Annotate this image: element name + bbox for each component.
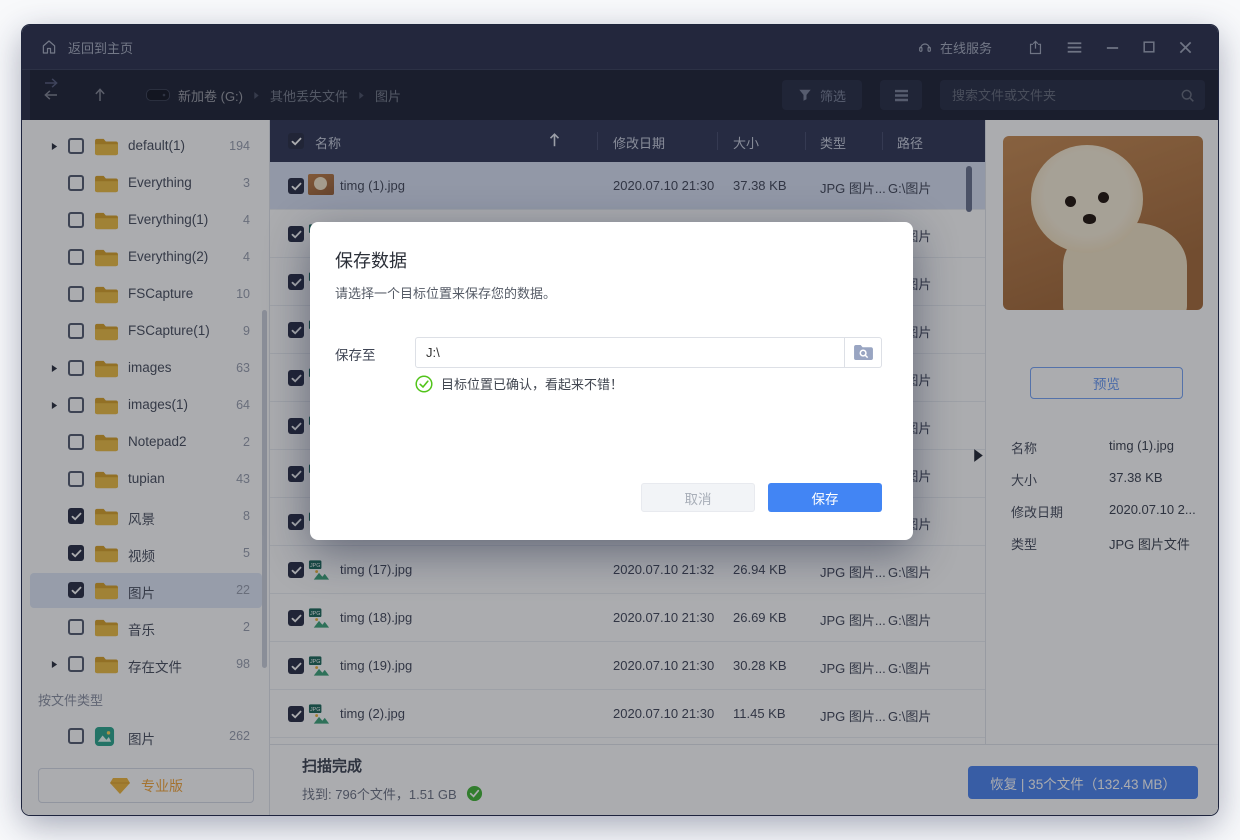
dialog-message: 请选择一个目标位置来保存您的数据。 — [335, 283, 556, 302]
save-path-input[interactable] — [415, 337, 845, 368]
browse-folder-button[interactable] — [845, 337, 882, 368]
dialog-title: 保存数据 — [335, 247, 407, 273]
save-button[interactable]: 保存 — [768, 483, 882, 512]
check-ring-icon — [415, 375, 433, 393]
save-to-label: 保存至 — [335, 344, 376, 364]
app-window: 返回到主页 在线服务 — [22, 25, 1218, 815]
destination-status: 目标位置已确认，看起来不错！ — [415, 374, 623, 393]
destination-status-text: 目标位置已确认，看起来不错！ — [441, 374, 623, 393]
save-data-dialog: 保存数据 请选择一个目标位置来保存您的数据。 保存至 目标位置已确认，看起来不错… — [310, 222, 913, 540]
page: 返回到主页 在线服务 — [0, 0, 1240, 840]
cancel-button[interactable]: 取消 — [641, 483, 755, 512]
folder-search-icon — [853, 344, 874, 361]
